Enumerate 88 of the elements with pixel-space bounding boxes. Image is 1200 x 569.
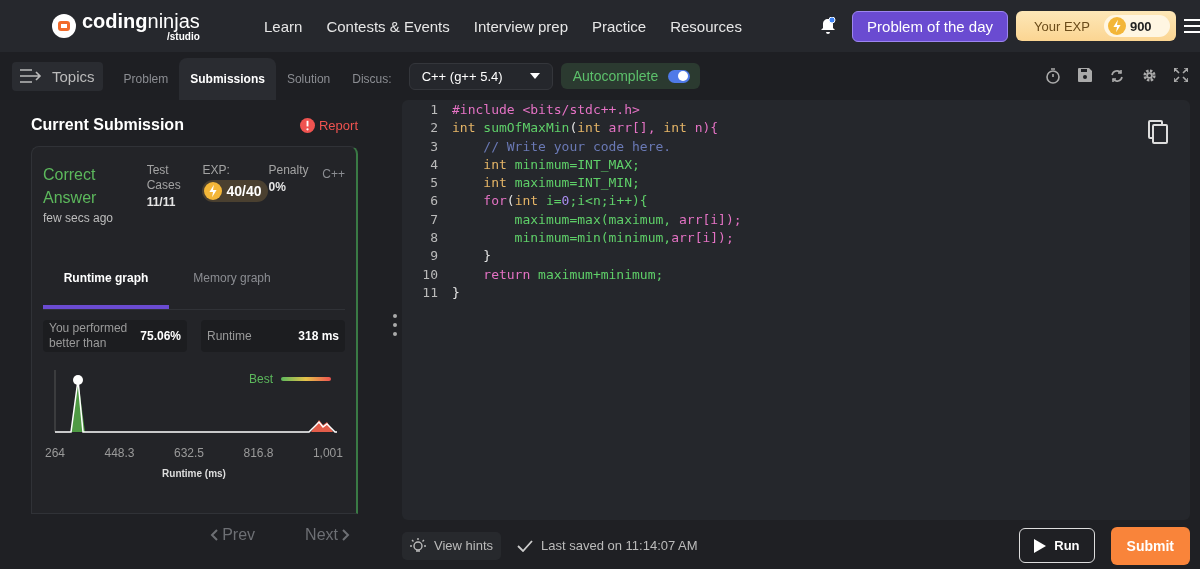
line-number: 9 xyxy=(430,247,438,266)
axis-tick-label: 632.5 xyxy=(173,446,204,460)
line-number: 1 xyxy=(430,101,438,119)
list-arrow-icon xyxy=(20,69,44,83)
language-select[interactable]: C++ (g++ 5.4) xyxy=(408,62,553,90)
axis-tick-label: 264 xyxy=(45,446,66,460)
report-link[interactable]: Report xyxy=(299,117,358,133)
line-number: 8 xyxy=(430,229,438,248)
legend-gradient xyxy=(281,377,331,381)
graph-tab[interactable]: Memory graph xyxy=(169,261,295,309)
stat-value: 0% xyxy=(268,180,287,194)
code-line: #include <bits/stdc++.h> xyxy=(452,101,641,119)
axis-tick-label: 1,001 xyxy=(312,446,343,460)
line-number: 7 xyxy=(430,210,438,229)
stat-label: EXP: xyxy=(202,163,231,178)
problem-of-the-day-button[interactable]: Problem of the day xyxy=(852,10,1008,42)
tab[interactable]: Submissions xyxy=(179,58,276,100)
alert-icon xyxy=(299,117,315,133)
bell-icon[interactable] xyxy=(820,17,837,35)
code-line: int minimum=INT_MAX; xyxy=(482,155,641,174)
view-hints-button[interactable]: View hints xyxy=(402,531,501,560)
language-label: C++ xyxy=(322,167,345,183)
menu-icon[interactable] xyxy=(1184,19,1200,33)
tile-value: 318 ms xyxy=(298,329,339,343)
caret-icon xyxy=(529,73,540,79)
stat-label: Test Cases xyxy=(146,163,182,193)
submission-time: few secs ago xyxy=(43,211,115,225)
line-number: 11 xyxy=(422,283,438,302)
status-text: Correct Answer xyxy=(43,165,98,208)
stat-value: 11/11 xyxy=(146,195,177,209)
brand-subtitle: /studio xyxy=(167,30,200,42)
reset-icon[interactable] xyxy=(1109,68,1125,84)
exp-value: 900 xyxy=(1129,18,1152,34)
code-line: maximum=max(maximum, arr[i]); xyxy=(513,210,742,229)
play-icon xyxy=(1034,538,1047,553)
autocomplete-label: Autocomplete xyxy=(572,68,659,84)
exp-label: Your EXP xyxy=(1034,18,1090,34)
nav-link[interactable]: Interview prep xyxy=(461,17,580,35)
tile-label: You performed better than xyxy=(49,321,129,351)
graph-tab[interactable]: Runtime graph xyxy=(43,261,169,309)
line-number: 4 xyxy=(430,155,438,174)
code-line: for(int i=0;i<n;i++){ xyxy=(482,192,649,211)
axis-tick-label: 816.8 xyxy=(243,446,274,460)
code-line: } xyxy=(482,247,493,266)
nav-link[interactable]: Resources xyxy=(658,17,754,35)
legend-label: Best xyxy=(249,372,273,386)
axis-tick-label: 448.3 xyxy=(104,446,135,460)
exp-button[interactable]: Your EXP 900 xyxy=(1016,11,1176,41)
panel-title: Current Submission xyxy=(31,116,184,134)
exp-pill: 40/40 xyxy=(202,180,268,202)
nav-link[interactable]: Contests & Events xyxy=(314,17,462,35)
nav-link[interactable]: Practice xyxy=(580,17,659,35)
code-line: return maximum+minimum; xyxy=(482,265,665,284)
check-icon xyxy=(517,539,533,552)
chevron-left-icon xyxy=(210,529,219,541)
code-line: int maximum=INT_MIN; xyxy=(482,174,641,193)
bolt-icon xyxy=(1107,17,1126,35)
line-number: 3 xyxy=(430,137,438,156)
code-line: // Write your code here. xyxy=(482,137,673,156)
bolt-icon xyxy=(204,182,223,200)
tile-value: 75.06% xyxy=(140,329,181,343)
logo-icon xyxy=(52,14,76,38)
settings-icon[interactable] xyxy=(1142,68,1157,84)
code-line: int sumOfMaxMin(int arr[], int n){ xyxy=(452,119,720,138)
code-line: minimum=min(minimum,arr[i]); xyxy=(513,229,735,248)
code-line: } xyxy=(452,283,461,302)
fullscreen-icon[interactable] xyxy=(1174,68,1188,84)
save-icon[interactable] xyxy=(1078,68,1092,84)
stat-label: Penalty xyxy=(268,163,310,178)
line-number: 2 xyxy=(430,119,438,138)
brand-name: codingninjas xyxy=(82,10,200,31)
saved-status: Last saved on 11:14:07 AM xyxy=(541,538,698,553)
lightbulb-icon xyxy=(410,537,426,554)
autocomplete-toggle[interactable] xyxy=(668,69,691,83)
run-button[interactable]: Run xyxy=(1019,528,1095,563)
tile-label: Runtime xyxy=(207,328,253,344)
timer-icon[interactable] xyxy=(1045,68,1061,84)
line-number: 5 xyxy=(430,174,438,193)
nav-link[interactable]: Learn xyxy=(252,17,315,35)
axis-title: Runtime (ms) xyxy=(161,468,227,479)
tab[interactable]: Solution xyxy=(275,58,342,100)
chevron-right-icon xyxy=(342,529,350,541)
copy-icon[interactable] xyxy=(1148,120,1168,144)
tab[interactable]: Discus: xyxy=(341,58,403,100)
topics-button[interactable]: Topics xyxy=(12,61,103,91)
line-number: 6 xyxy=(430,192,438,211)
tab[interactable]: Problem xyxy=(112,58,180,100)
line-number: 10 xyxy=(422,265,438,284)
